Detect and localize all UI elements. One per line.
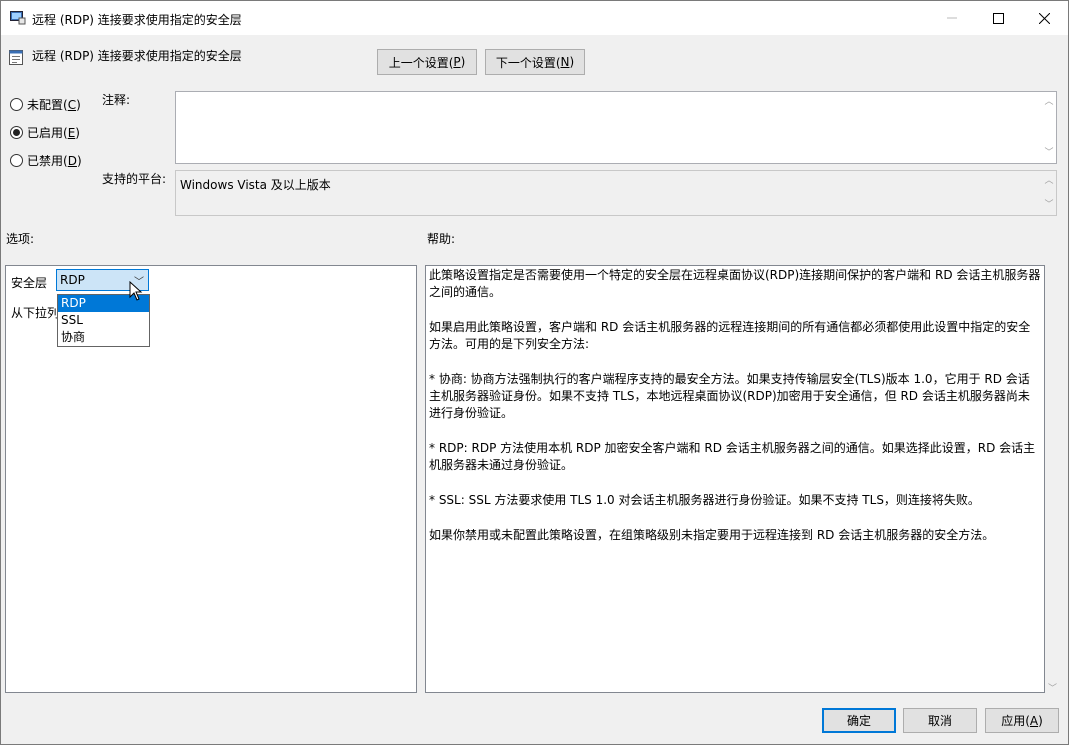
minimize-button[interactable] [929, 1, 975, 35]
help-panel: 此策略设置指定是否需要使用一个特定的安全层在远程桌面协议(RDP)连接期间保护的… [425, 265, 1045, 693]
comment-textarea[interactable]: ︿ ﹀ [175, 91, 1057, 164]
help-paragraph: * SSL: SSL 方法要求使用 TLS 1.0 对会话主机服务器进行身份验证… [429, 493, 980, 507]
scroll-down-icon[interactable]: ﹀ [1044, 148, 1054, 158]
radio-accesskey: C [67, 97, 77, 112]
platform-field: Windows Vista 及以上版本 ︿ ﹀ [175, 170, 1057, 216]
close-button[interactable] [1021, 1, 1067, 35]
scroll-down-icon[interactable]: ﹀ [1048, 681, 1057, 694]
mouse-pointer-icon [129, 281, 143, 301]
radio-circle[interactable] [10, 98, 23, 111]
radio-accesskey: E [67, 125, 76, 140]
apply-button[interactable]: 应用(A) [985, 708, 1059, 733]
title-bar[interactable]: 远程 (RDP) 连接要求使用指定的安全层 [1, 1, 1068, 35]
apply-label: 应用( [1001, 714, 1030, 728]
comment-label: 注释: [102, 93, 131, 107]
previous-setting-paren: ) [460, 55, 466, 69]
maximize-icon [992, 12, 1004, 24]
policy-dialog-window: 远程 (RDP) 连接要求使用指定的安全层 远程 (RDP) 连接要求使用指定的… [0, 0, 1069, 745]
minimize-icon [947, 17, 957, 19]
setting-icon [9, 50, 23, 65]
cancel-label: 取消 [927, 714, 952, 728]
window-title: 远程 (RDP) 连接要求使用指定的安全层 [32, 13, 242, 27]
apply-accesskey: A [1029, 713, 1039, 728]
setting-title: 远程 (RDP) 连接要求使用指定的安全层 [32, 49, 242, 63]
ok-button[interactable]: 确定 [822, 708, 896, 733]
help-paragraph: 此策略设置指定是否需要使用一个特定的安全层在远程桌面协议(RDP)连接期间保护的… [429, 268, 1041, 299]
previous-setting-label: 上一个设置( [388, 55, 454, 70]
next-setting-paren: ) [569, 55, 575, 69]
radio-circle-checked[interactable] [10, 126, 23, 139]
previous-setting-button[interactable]: 上一个设置(P) [377, 49, 477, 75]
dropdown-option-negotiate[interactable]: 协商 [58, 329, 149, 346]
previous-setting-accesskey: P [453, 55, 461, 69]
radio-enabled[interactable]: 已启用(E) [10, 124, 80, 141]
radio-disabled[interactable]: 已禁用(D) [10, 152, 82, 169]
platform-label: 支持的平台: [102, 172, 167, 186]
apply-paren: ) [1038, 713, 1043, 728]
radio-label: 已禁用( [27, 154, 68, 168]
security-layer-label: 安全层 [11, 276, 48, 290]
ok-label: 确定 [846, 714, 871, 728]
next-setting-accesskey: N [560, 55, 570, 69]
next-setting-label: 下一个设置( [495, 55, 561, 70]
radio-paren: ) [75, 125, 80, 140]
dropdown-option-ssl[interactable]: SSL [58, 312, 149, 329]
platform-value: Windows Vista 及以上版本 [180, 178, 331, 192]
radio-not-configured[interactable]: 未配置(C) [10, 96, 81, 113]
close-icon [1038, 12, 1050, 24]
next-setting-button[interactable]: 下一个设置(N) [485, 49, 585, 75]
radio-paren: ) [76, 153, 82, 168]
radio-label: 未配置( [27, 98, 68, 112]
scroll-up-icon[interactable]: ︿ [1044, 97, 1054, 107]
options-heading: 选项: [6, 232, 35, 246]
cancel-button[interactable]: 取消 [903, 708, 977, 733]
policy-app-icon [10, 11, 26, 25]
help-text: 此策略设置指定是否需要使用一个特定的安全层在远程桌面协议(RDP)连接期间保护的… [429, 266, 1041, 562]
dropdown-hint-text: 从下拉列 [11, 306, 60, 320]
security-layer-dropdown-list[interactable]: RDP SSL 协商 [57, 294, 150, 347]
maximize-button[interactable] [975, 1, 1021, 35]
radio-label: 已启用( [27, 126, 68, 140]
scroll-up-icon: ︿ [1044, 176, 1054, 186]
radio-accesskey: D [67, 153, 77, 168]
security-layer-value: RDP [60, 273, 85, 287]
help-heading: 帮助: [427, 232, 456, 246]
radio-circle[interactable] [10, 154, 23, 167]
radio-paren: ) [76, 97, 81, 112]
help-paragraph: 如果启用此策略设置，客户端和 RD 会话主机服务器的远程连接期间的所有通信都必须… [429, 320, 1031, 351]
help-paragraph: * RDP: RDP 方法使用本机 RDP 加密安全客户端和 RD 会话主机服务… [429, 441, 1036, 472]
help-paragraph: * 协商: 协商方法强制执行的客户端程序支持的最安全方法。如果支持传输层安全(T… [429, 372, 1030, 420]
help-paragraph: 如果你禁用或未配置此策略设置，在组策略级别未指定要用于远程连接到 RD 会话主机… [429, 528, 995, 542]
scroll-down-icon: ﹀ [1044, 200, 1054, 210]
